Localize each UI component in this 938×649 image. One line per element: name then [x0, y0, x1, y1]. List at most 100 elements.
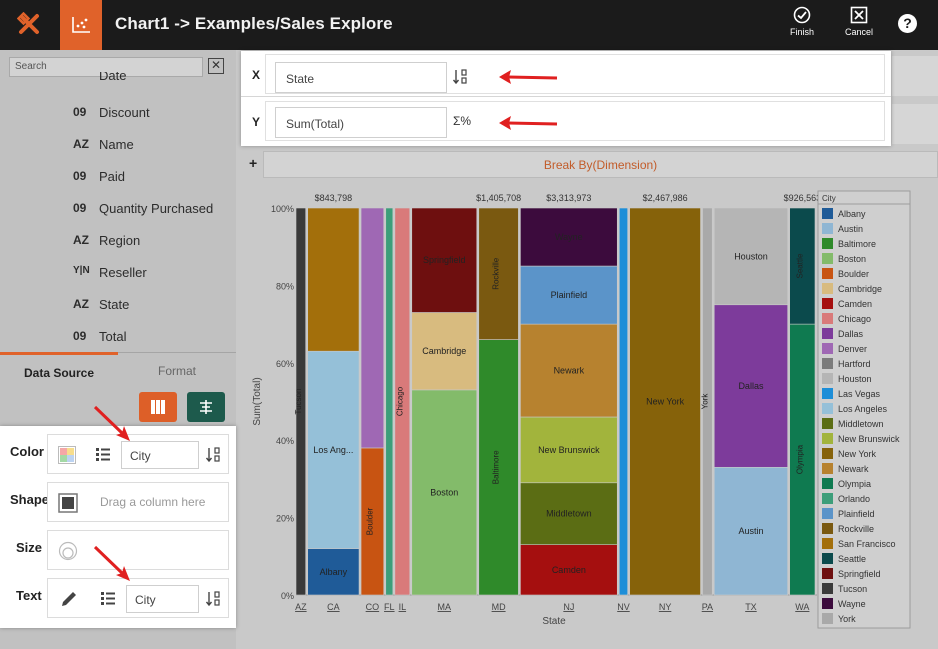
cancel-button[interactable]: Cancel [837, 6, 881, 37]
legend-swatch [822, 598, 833, 609]
legend-swatch [822, 223, 833, 234]
hierarchy-view-icon[interactable] [187, 392, 225, 422]
y-field[interactable]: Sum(Total) [275, 107, 447, 138]
legend-swatch [822, 613, 833, 624]
legend-label: Baltimore [838, 239, 876, 249]
field-quantity-purchased[interactable]: 09 Quantity Purchased [0, 201, 236, 223]
app-logo-icon[interactable] [0, 0, 60, 50]
close-box-icon [850, 6, 868, 24]
shape-drag-hint: Drag a column here [100, 495, 206, 509]
tab-format[interactable]: Format [118, 352, 236, 382]
color-label: Color [10, 444, 44, 459]
legend-label: Denver [838, 344, 867, 354]
sort-icon[interactable] [206, 447, 222, 463]
legend-swatch [822, 538, 833, 549]
x-tick-label: NJ [563, 602, 574, 612]
finish-label: Finish [789, 27, 814, 37]
bar-segment [307, 207, 360, 352]
data-label: Cambridge [422, 346, 466, 356]
columns-view-icon[interactable] [139, 392, 177, 422]
field-region[interactable]: AZ Region [0, 233, 236, 255]
shape-drop-zone[interactable]: Drag a column here [47, 482, 229, 522]
list-dimension-icon [96, 448, 110, 461]
data-label: Newark [554, 366, 585, 376]
field-reseller[interactable]: Y|N Reseller [0, 265, 236, 287]
list-dimension-icon [101, 592, 115, 605]
field-discount[interactable]: 09 Discount [0, 105, 236, 127]
legend-title: City [822, 194, 836, 203]
shape-label: Shape [10, 492, 50, 507]
color-palette-icon[interactable] [58, 446, 76, 464]
check-circle-icon [793, 6, 811, 24]
x-tick-label: TX [745, 602, 757, 612]
x-tick-label: WA [795, 602, 809, 612]
legend-swatch [822, 328, 833, 339]
pencil-icon[interactable] [60, 590, 78, 608]
legend-label: Wayne [838, 599, 866, 609]
field-date[interactable]: Date [0, 72, 236, 94]
legend-swatch [822, 418, 833, 429]
legend-swatch [822, 238, 833, 249]
field-name-column[interactable]: AZ Name [0, 137, 236, 159]
legend-label: Dallas [838, 329, 864, 339]
shape-square-icon[interactable] [58, 493, 78, 513]
x-axis-title: State [542, 616, 566, 627]
tab-data-source[interactable]: Data Source [0, 352, 118, 382]
text-drop-zone[interactable]: City [47, 578, 229, 618]
page-title: Chart1 -> Examples/Sales Explore [115, 14, 393, 33]
sort-icon[interactable] [453, 69, 469, 85]
legend-swatch [822, 268, 833, 279]
field-name: Quantity Purchased [99, 201, 214, 216]
aggregate-icon[interactable]: Σ% [453, 114, 471, 128]
total-label: $3,313,973 [546, 193, 591, 203]
size-drop-zone[interactable] [47, 530, 229, 570]
field-state[interactable]: AZ State [0, 297, 236, 319]
field-type-icon: 09 [73, 201, 87, 215]
legend-swatch [822, 313, 833, 324]
y-axis-row: Y Sum(Total) Σ% [241, 98, 891, 144]
x-tick-label: NY [659, 602, 672, 612]
legend-label: Houston [838, 374, 872, 384]
data-label: New Brunswick [538, 445, 600, 455]
legend-swatch [822, 553, 833, 564]
data-label: Boulder [365, 507, 374, 535]
field-total[interactable]: 09 Total [0, 329, 236, 347]
legend-swatch [822, 253, 833, 264]
mekko-chart[interactable]: 0% 20% 40% 60% 80% 100% Sum(Total) State Tucson A… [241, 182, 938, 649]
legend-swatch [822, 448, 833, 459]
data-label: Middletown [546, 509, 592, 519]
legend-label: San Francisco [838, 539, 896, 549]
legend-swatch [822, 568, 833, 579]
legend-label: Springfield [838, 569, 881, 579]
size-circles-icon[interactable] [58, 541, 78, 561]
legend-swatch [822, 433, 833, 444]
legend-label: Middletown [838, 419, 884, 429]
help-button[interactable]: ? [898, 14, 917, 33]
data-label: Rockville [492, 257, 501, 290]
legend-swatch [822, 358, 833, 369]
data-label: New York [646, 397, 685, 407]
breakby-drop-zone[interactable]: Break By(Dimension) [263, 151, 938, 178]
y-tick-label: 40% [276, 436, 294, 446]
data-label: York [700, 393, 709, 410]
add-breakby-button[interactable]: + [249, 155, 257, 171]
bar-segment [360, 207, 385, 449]
color-field[interactable]: City [121, 441, 199, 469]
legend-label: Cambridge [838, 284, 882, 294]
x-field[interactable]: State [275, 62, 447, 93]
x-tick-label: MA [438, 602, 452, 612]
chart-editor-icon[interactable] [60, 0, 102, 50]
sort-icon[interactable] [206, 591, 222, 607]
top-bar: Chart1 -> Examples/Sales Explore Finish … [0, 0, 938, 50]
text-field[interactable]: City [126, 585, 199, 613]
field-paid[interactable]: 09 Paid [0, 169, 236, 191]
y-tick-label: 60% [276, 359, 294, 369]
finish-button[interactable]: Finish [780, 6, 824, 37]
color-drop-zone[interactable]: City [47, 434, 229, 474]
legend-label: Los Angeles [838, 404, 888, 414]
legend-swatch [822, 463, 833, 474]
text-label: Text [16, 588, 42, 603]
x-tick-label: FL [384, 602, 395, 612]
legend-label: Austin [838, 224, 863, 234]
legend-label: Rockville [838, 524, 874, 534]
